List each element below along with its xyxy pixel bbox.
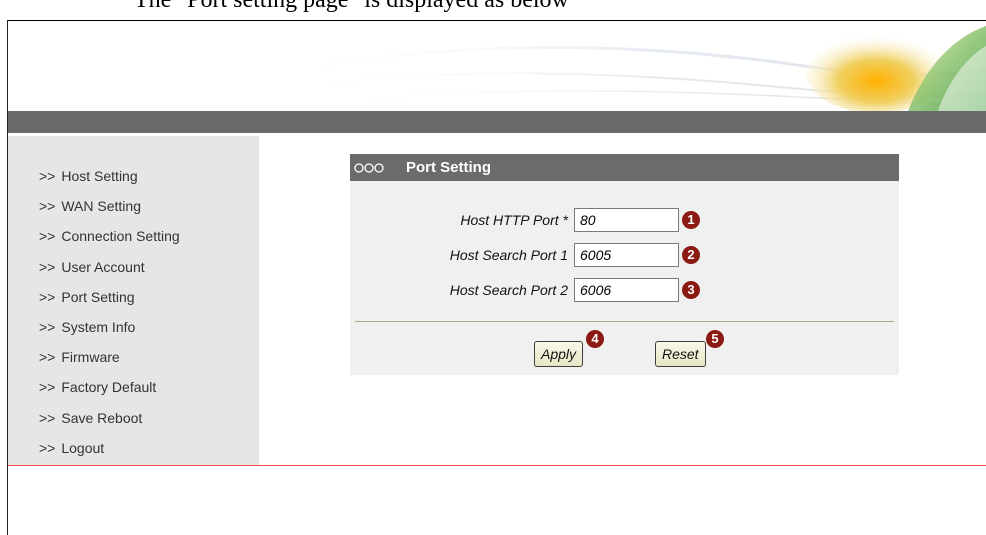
panel-title: Port Setting xyxy=(406,159,491,176)
sidebar-item-connection-setting[interactable]: >> Connection Setting xyxy=(39,226,180,256)
callout-badge-3: 3 xyxy=(682,281,700,299)
sidebar-item-label: Host Setting xyxy=(61,168,138,184)
sidebar-item-label: Save Reboot xyxy=(61,409,143,426)
sidebar-item-arrow: >> xyxy=(39,318,56,335)
sidebar-item-host-setting[interactable]: >> Host Setting xyxy=(39,166,180,196)
sidebar-nav: >> Host Setting >> WAN Setting >> Connectio… xyxy=(8,136,259,465)
callout-badge-2: 2 xyxy=(682,246,700,264)
document-caption-text: The "Port setting page" is displayed as … xyxy=(134,0,569,13)
sidebar-item-label: Port Setting xyxy=(61,288,135,305)
search-port-1-row: Host Search Port 1 xyxy=(350,243,568,269)
sidebar-item-save-reboot[interactable]: >> Save Reboot xyxy=(39,408,180,438)
panel-header: Port Setting xyxy=(350,154,899,181)
sidebar-item-label: WAN Setting xyxy=(61,198,141,215)
sidebar-item-factory-default[interactable]: >> Factory Default xyxy=(39,377,180,407)
header-banner xyxy=(8,21,986,111)
http-port-label: Host HTTP Port * xyxy=(460,212,568,228)
sidebar-item-arrow: >> xyxy=(39,228,56,245)
banner-swoosh-graphic xyxy=(267,26,986,111)
top-menu-bar xyxy=(8,111,986,133)
search-port-1-label: Host Search Port 1 xyxy=(449,247,568,263)
sidebar-item-label: Factory Default xyxy=(61,379,157,396)
sidebar-item-arrow: >> xyxy=(39,409,56,426)
http-port-input[interactable] xyxy=(574,208,679,232)
sidebar-menu: >> Host Setting >> WAN Setting >> Connectio… xyxy=(39,166,180,468)
link-chain-icon xyxy=(354,162,384,173)
panel-divider xyxy=(355,321,894,322)
sidebar-item-arrow: >> xyxy=(39,258,56,275)
sidebar-item-arrow: >> xyxy=(39,349,56,366)
search-port-2-row: Host Search Port 2 xyxy=(350,278,568,304)
sidebar-item-label: User Account xyxy=(61,258,145,275)
sidebar-item-logout[interactable]: >> Logout xyxy=(39,438,180,468)
sidebar-item-arrow: >> xyxy=(39,198,56,215)
http-port-row: Host HTTP Port * xyxy=(350,208,568,234)
reset-button[interactable]: Reset xyxy=(655,341,706,367)
sidebar-item-label: Connection Setting xyxy=(61,228,180,245)
sidebar-item-arrow: >> xyxy=(39,379,56,396)
sidebar-item-system-info[interactable]: >> System Info xyxy=(39,317,180,347)
sidebar-item-label: Logout xyxy=(61,439,105,456)
sidebar-item-label: System Info xyxy=(61,318,136,335)
sidebar-item-arrow: >> xyxy=(39,288,56,305)
search-port-1-input[interactable] xyxy=(574,243,679,267)
callout-badge-4: 4 xyxy=(586,330,604,348)
footer-separator xyxy=(8,465,986,466)
sidebar-item-port-setting[interactable]: >> Port Setting xyxy=(39,287,180,317)
sidebar-item-user-account[interactable]: >> User Account xyxy=(39,257,180,287)
search-port-2-input[interactable] xyxy=(574,278,679,302)
callout-badge-1: 1 xyxy=(682,211,700,229)
apply-button[interactable]: Apply xyxy=(534,341,584,367)
sidebar-item-label: Firmware xyxy=(61,349,120,366)
callout-badge-5: 5 xyxy=(706,330,724,348)
document-caption: The "Port setting page" is displayed as … xyxy=(8,0,986,21)
sidebar-item-wan-setting[interactable]: >> WAN Setting xyxy=(39,196,180,226)
sidebar-item-arrow: >> xyxy=(39,439,56,456)
sidebar-item-firmware[interactable]: >> Firmware xyxy=(39,347,180,377)
sidebar-item-arrow: >> xyxy=(39,168,56,184)
search-port-2-label: Host Search Port 2 xyxy=(449,282,568,298)
port-setting-panel: Port Setting Host HTTP Port * 1 Host Sea… xyxy=(350,154,899,375)
